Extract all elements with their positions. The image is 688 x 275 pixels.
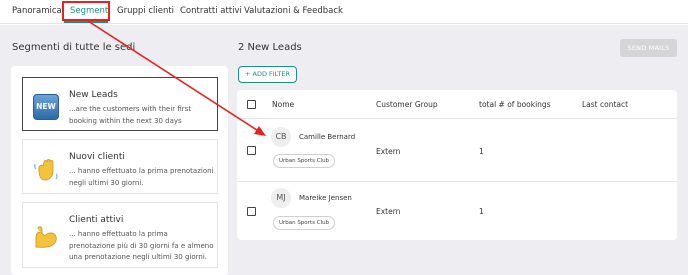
highlight-box	[62, 1, 110, 21]
customer-tag: Urban Sports Club	[273, 154, 335, 168]
customer-group-cell: Extern	[376, 207, 401, 216]
select-all-checkbox[interactable]	[247, 100, 256, 109]
segment-card-clienti-attivi[interactable]: Clienti attivi ... hanno effettuato la p…	[22, 202, 218, 268]
segment-title: New Leads	[69, 90, 118, 100]
waving-hand-icon	[34, 159, 58, 181]
column-header-last-contact[interactable]: Last contact	[582, 100, 628, 109]
leads-title: 2 New Leads	[238, 42, 302, 53]
segment-description: ... hanno effettuato la prima prenotazio…	[69, 167, 214, 187]
avatar: MJ	[271, 188, 291, 208]
avatar: CB	[271, 127, 291, 147]
segments-title: Segmenti di tutte le sedi	[12, 42, 136, 53]
tab-panoramica[interactable]: Panoramica	[12, 6, 62, 16]
bookings-cell: 1	[479, 207, 484, 216]
flexed-biceps-icon	[35, 226, 57, 248]
row-divider	[237, 181, 677, 182]
tab-bar: Panoramica Segmenti Gruppi clienti Contr…	[0, 0, 688, 24]
header-divider	[237, 118, 677, 119]
row-checkbox[interactable]	[247, 146, 256, 155]
leads-table: Nome Customer Group total # of bookings …	[237, 90, 677, 240]
new-badge-icon: NEW	[33, 94, 59, 120]
send-mails-button[interactable]: SEND MAILS	[620, 39, 677, 57]
tab-valutazioni-feedback[interactable]: Valutazioni & Feedback	[244, 6, 343, 16]
column-header-nome[interactable]: Nome	[272, 100, 294, 109]
column-header-total-bookings[interactable]: total # of bookings	[479, 100, 551, 109]
bookings-cell: 1	[479, 147, 484, 156]
segment-title: Nuovi clienti	[69, 152, 125, 162]
lead-name[interactable]: Camille Bernard	[299, 133, 355, 141]
customer-tag: Urban Sports Club	[273, 216, 335, 230]
lead-name[interactable]: Mareike Jensen	[299, 194, 352, 202]
add-filter-button[interactable]: + ADD FILTER	[238, 66, 297, 83]
tab-gruppi-clienti[interactable]: Gruppi clienti	[117, 6, 174, 16]
segment-card-new-leads[interactable]: NEW New Leads ...are the customers with …	[22, 77, 218, 131]
column-header-customer-group[interactable]: Customer Group	[376, 100, 438, 109]
segment-title: Clienti attivi	[69, 215, 124, 225]
active-tab-indicator	[64, 21, 108, 23]
segment-description: ...are the customers with their first bo…	[69, 105, 192, 125]
segment-description: ... hanno effettuato la prima prenotazio…	[69, 230, 214, 261]
customer-group-cell: Extern	[376, 147, 401, 156]
row-checkbox[interactable]	[247, 207, 256, 216]
tab-contratti-attivi[interactable]: Contratti attivi	[180, 6, 242, 16]
segment-card-nuovi-clienti[interactable]: Nuovi clienti ... hanno effettuato la pr…	[22, 139, 218, 194]
